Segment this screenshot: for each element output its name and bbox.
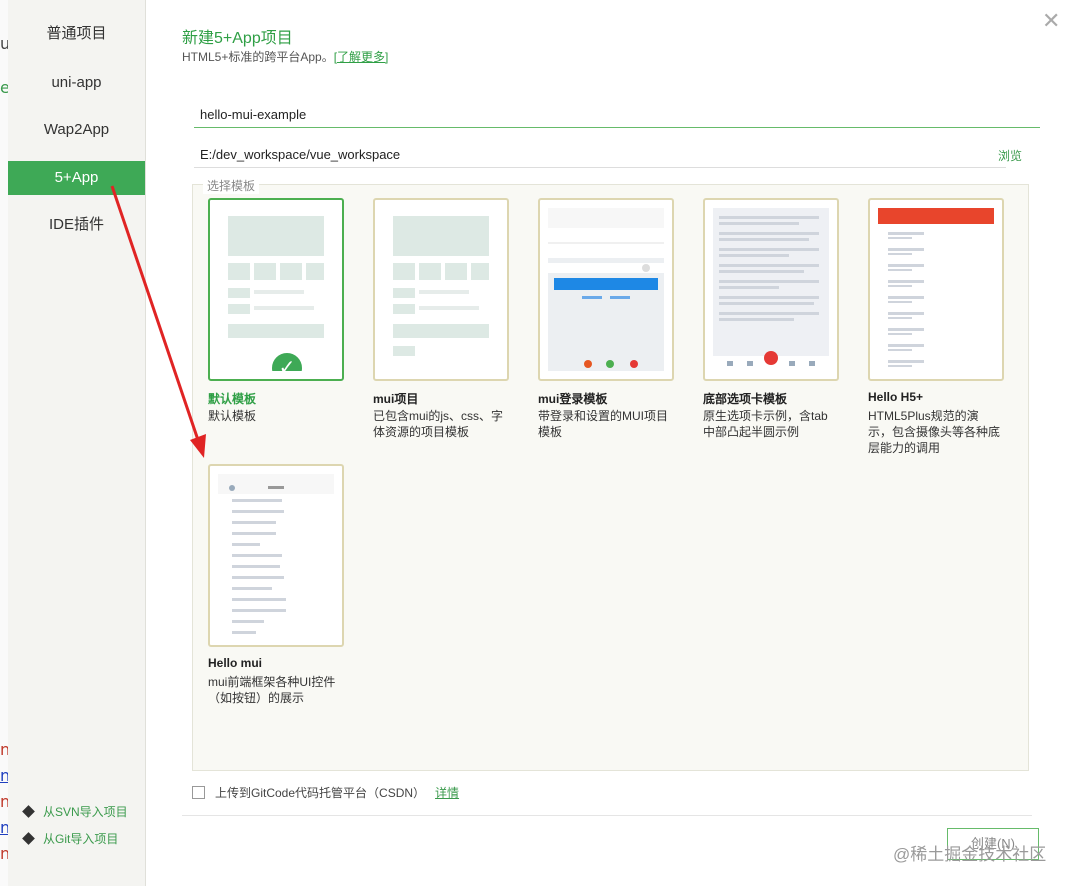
sidebar-item-ide-plugin[interactable]: IDE插件 xyxy=(8,208,145,242)
dialog-title: 新建5+App项目 xyxy=(182,30,293,47)
sidebar-item-uni-app[interactable]: uni-app xyxy=(8,66,145,100)
hello-mui-preview xyxy=(218,474,334,634)
diamond-icon xyxy=(22,832,35,845)
upload-gitcode-label: 上传到GitCode代码托管平台（CSDN） xyxy=(215,786,426,800)
template-desc-bottom-tab: 原生选项卡示例，含tab中部凸起半圆示例 xyxy=(703,409,828,439)
template-thumbnail: ✓ xyxy=(218,208,334,371)
template-card-bottom-tab[interactable] xyxy=(703,198,839,381)
bottom-tab-preview xyxy=(713,216,829,371)
template-card-hello-h5plus[interactable] xyxy=(868,198,1004,381)
template-name-hello-mui: Hello mui xyxy=(208,656,263,670)
template-legend: 选择模板 xyxy=(203,177,260,194)
template-name-hello-h5plus: Hello H5+ xyxy=(868,390,924,404)
project-type-sidebar: 普通项目 uni-app Wap2App 5+App IDE插件 从SVN导入项… xyxy=(8,0,146,886)
template-thumbnail xyxy=(218,474,334,637)
template-card-mui-login[interactable] xyxy=(538,198,674,381)
template-desc-mui: 已包含mui的js、css、字体资源的项目模板 xyxy=(373,409,504,439)
template-card-hello-mui[interactable] xyxy=(208,464,344,647)
import-from-svn-link[interactable]: 从SVN导入项目 xyxy=(22,803,128,820)
project-name-input[interactable] xyxy=(194,101,1040,128)
upload-gitcode-checkbox[interactable] xyxy=(192,786,205,799)
hello-h5plus-preview xyxy=(878,208,994,367)
watermark: @稀土掘金技术社区 xyxy=(893,845,1047,864)
import-from-git-link[interactable]: 从Git导入项目 xyxy=(22,830,119,847)
template-name-bottom-tab: 底部选项卡模板 xyxy=(703,392,788,406)
sidebar-item-wap2app[interactable]: Wap2App xyxy=(8,113,145,147)
template-name-mui-login: mui登录模板 xyxy=(538,392,608,406)
import-svn-label: 从SVN导入项目 xyxy=(43,805,128,819)
template-desc-hello-mui: mui前端框架各种UI控件（如按钮）的展示 xyxy=(208,675,336,705)
template-card-mui[interactable] xyxy=(373,198,509,381)
subtitle-text: HTML5+标准的跨平台App。 xyxy=(182,50,334,64)
template-desc-hello-h5plus: HTML5Plus规范的演示，包含摄像头等各种底层能力的调用 xyxy=(868,409,1001,455)
close-icon[interactable]: ✕ xyxy=(1042,8,1060,34)
default-template-preview xyxy=(228,216,324,338)
sidebar-item-normal-project[interactable]: 普通项目 xyxy=(8,17,145,51)
dialog-subtitle: HTML5+标准的跨平台App。[了解更多] xyxy=(182,48,388,65)
template-name-mui: mui项目 xyxy=(373,392,419,406)
browse-link[interactable]: 浏览 xyxy=(998,147,1022,164)
template-name-default: 默认模板 xyxy=(208,392,257,406)
mui-template-preview xyxy=(393,216,489,356)
template-card-default[interactable]: ✓ xyxy=(208,198,344,381)
import-git-label: 从Git导入项目 xyxy=(43,832,119,846)
template-desc-mui-login: 带登录和设置的MUI项目模板 xyxy=(538,409,668,439)
upload-gitcode-row: 上传到GitCode代码托管平台（CSDN） 详情 xyxy=(192,784,459,801)
template-thumbnail xyxy=(713,208,829,371)
sidebar-item-5plus-app[interactable]: 5+App xyxy=(8,161,145,195)
project-path-input[interactable] xyxy=(194,141,1006,168)
new-project-dialog: ✕ 新建5+App项目 HTML5+标准的跨平台App。[了解更多] 浏览 选择… xyxy=(146,0,1076,886)
template-thumbnail xyxy=(548,208,664,371)
footer-divider xyxy=(182,815,1032,816)
template-desc-default: 默认模板 xyxy=(208,409,257,423)
template-thumbnail xyxy=(878,208,994,371)
template-thumbnail xyxy=(383,208,499,371)
learn-more-link[interactable]: [了解更多] xyxy=(334,50,389,64)
upload-detail-link[interactable]: 详情 xyxy=(435,784,459,801)
diamond-icon xyxy=(22,805,35,818)
mui-login-preview xyxy=(548,208,664,368)
